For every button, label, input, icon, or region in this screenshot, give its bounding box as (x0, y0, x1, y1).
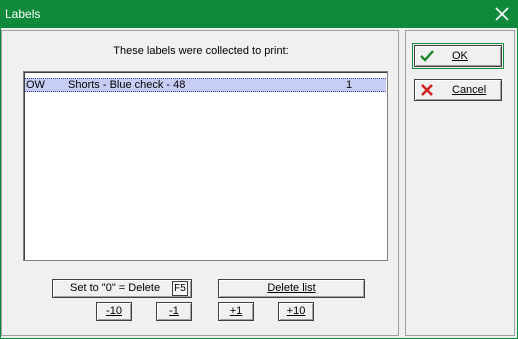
label-quantity: 1 (346, 79, 353, 91)
dialog-body: These labels were collected to print: OW… (1, 28, 517, 338)
plus-1-button[interactable]: +1 (218, 302, 254, 321)
minus-10-label: -10 (106, 305, 122, 317)
ok-label: OK (452, 50, 468, 62)
f5-key-badge: F5 (172, 281, 188, 296)
checkmark-icon (420, 50, 434, 62)
window-title: Labels (5, 7, 41, 21)
cancel-label-text: Cancel (452, 84, 487, 96)
delete-list-button[interactable]: Delete list (218, 279, 365, 298)
close-icon (495, 7, 509, 21)
labels-list[interactable]: OW Shorts - Blue check - 48 1 (23, 71, 388, 261)
cancel-label: Cancel (452, 84, 486, 96)
list-item[interactable]: OW Shorts - Blue check - 48 1 (25, 78, 386, 92)
close-button[interactable] (492, 4, 512, 24)
title-bar: Labels (0, 0, 518, 28)
set-zero-delete-label: Set to "0" = Delete (70, 282, 161, 294)
delete-list-label: Delete list (267, 282, 316, 294)
plus-10-button[interactable]: +10 (278, 302, 314, 321)
actions-panel: OK Cancel (405, 30, 515, 336)
set-zero-delete-button[interactable]: Set to "0" = Delete F5 (52, 279, 192, 298)
minus-1-label: -1 (169, 305, 179, 317)
plus-1-label: +1 (229, 305, 243, 317)
labels-panel: These labels were collected to print: OW… (1, 30, 399, 336)
label-description: Shorts - Blue check - 48 (68, 79, 186, 91)
ok-button[interactable]: OK (412, 43, 504, 69)
labels-dialog: Labels These labels were collected to pr… (0, 0, 518, 339)
minus-1-button[interactable]: -1 (156, 302, 192, 321)
list-heading: These labels were collected to print: (113, 45, 289, 57)
x-icon (421, 84, 433, 96)
label-code: OW (26, 79, 45, 91)
cancel-button[interactable]: Cancel (414, 79, 502, 101)
plus-10-label: +10 (286, 305, 306, 317)
minus-10-button[interactable]: -10 (96, 302, 132, 321)
